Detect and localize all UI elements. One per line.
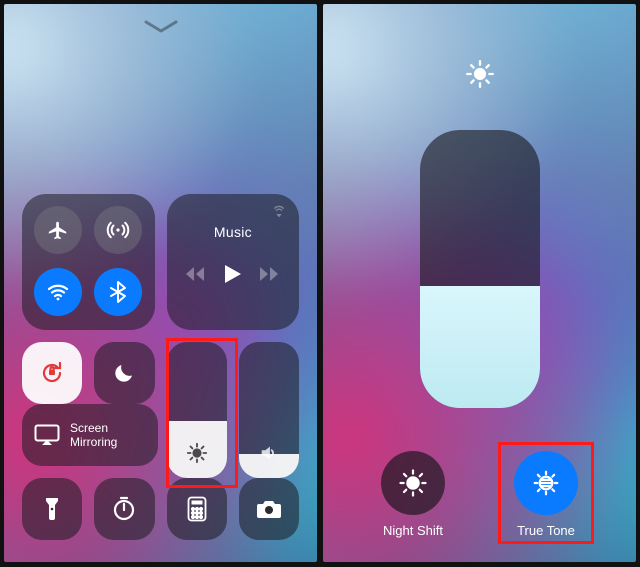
true-tone-icon [531, 468, 561, 498]
volume-icon [258, 442, 280, 464]
night-shift-label: Night Shift [383, 523, 443, 538]
chevron-down-icon[interactable] [144, 20, 178, 34]
bluetooth-toggle[interactable] [94, 268, 142, 316]
flashlight-button[interactable] [22, 478, 82, 540]
timer-button[interactable] [94, 478, 154, 540]
orientation-lock-toggle[interactable] [22, 342, 82, 404]
calculator-button[interactable] [167, 478, 227, 540]
flashlight-icon [44, 496, 60, 522]
orientation-lock-icon [38, 359, 66, 387]
media-title: Music [214, 224, 252, 240]
true-tone-toggle[interactable]: True Tone [514, 451, 578, 538]
volume-slider[interactable] [239, 342, 299, 478]
brightness-slider[interactable] [167, 342, 227, 478]
timer-icon [111, 496, 137, 522]
night-shift-toggle[interactable]: Night Shift [381, 451, 445, 538]
airplane-icon [47, 219, 69, 241]
wifi-icon [46, 280, 70, 304]
next-track-icon[interactable] [260, 266, 280, 282]
bluetooth-icon [108, 280, 128, 304]
connectivity-tile[interactable] [22, 194, 155, 330]
media-tile[interactable]: Music [167, 194, 299, 330]
cellular-icon [106, 218, 130, 242]
cellular-data-toggle[interactable] [94, 206, 142, 254]
screen-mirroring-label: Screen Mirroring [70, 421, 117, 449]
previous-track-icon[interactable] [186, 266, 206, 282]
brightness-expanded-pane: Night Shift True Tone [323, 4, 636, 562]
brightness-icon [186, 442, 208, 464]
screen-mirroring-tile[interactable]: Screen Mirroring [22, 404, 158, 466]
camera-button[interactable] [239, 478, 299, 540]
night-shift-icon [398, 468, 428, 498]
airplane-mode-toggle[interactable] [34, 206, 82, 254]
play-icon[interactable] [224, 264, 242, 284]
control-center-pane: Music [4, 4, 317, 562]
calculator-icon [187, 496, 207, 522]
brightness-slider[interactable] [420, 130, 540, 408]
wifi-toggle[interactable] [34, 268, 82, 316]
screen-mirroring-icon [34, 424, 60, 446]
brightness-icon [466, 60, 494, 88]
do-not-disturb-toggle[interactable] [94, 342, 154, 404]
camera-icon [256, 498, 282, 520]
moon-icon [112, 361, 136, 385]
airplay-audio-icon [271, 204, 287, 220]
true-tone-label: True Tone [517, 523, 575, 538]
